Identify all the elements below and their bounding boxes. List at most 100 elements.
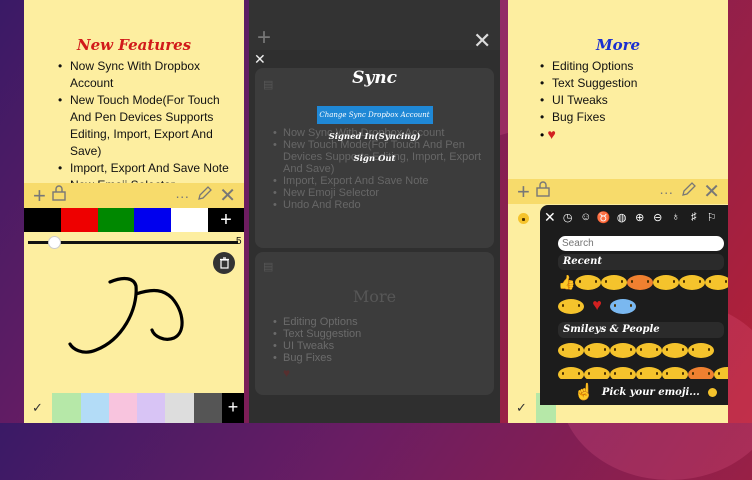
ink-stroke <box>68 276 184 354</box>
emoji-1[interactable] <box>558 342 584 359</box>
color-palette: + <box>24 208 244 232</box>
emoji-5[interactable] <box>662 342 688 359</box>
emoji-search-input[interactable] <box>558 236 724 251</box>
smileys-section-header: Smileys & People <box>558 322 724 338</box>
check-icon[interactable]: ✓ <box>516 400 527 416</box>
emoji-grin[interactable] <box>705 274 728 291</box>
color-swatch[interactable] <box>134 208 172 232</box>
activity-icon[interactable]: ⊕ <box>631 211 649 224</box>
note-color-swatch[interactable] <box>137 393 166 423</box>
close-note-button[interactable]: ✕ <box>219 183 236 208</box>
pencil-icon[interactable] <box>197 185 213 206</box>
emoji-picker: ✕ ◷☺♉◍⊕⊖♁♯⚐ Recent 👍 ♥ Smileys & People … <box>540 205 728 405</box>
add-note-button[interactable]: + <box>517 179 530 205</box>
feature-item: Editing Options <box>540 58 728 75</box>
note-left: New Features Now Sync With Dropbox Accou… <box>24 0 244 423</box>
heart-icon: ♥ <box>547 126 556 142</box>
feature-item: Bug Fixes <box>540 109 728 126</box>
emoji-kiss[interactable] <box>601 274 628 291</box>
pen-size-value: 5 <box>236 236 242 247</box>
add-note-button[interactable]: + <box>33 183 46 209</box>
note-color-swatch[interactable] <box>108 393 138 423</box>
object-icon[interactable]: ♁ <box>667 211 685 224</box>
note-title: More <box>595 36 641 54</box>
note-color-swatch[interactable] <box>193 393 222 423</box>
background-feature-item: Text Suggestion <box>273 328 494 340</box>
feature-item: UI Tweaks <box>540 92 728 109</box>
add-note-button[interactable]: + <box>257 24 271 52</box>
pointing-hand-icon: ☝ <box>574 384 594 401</box>
emoji-preview-bar: ☝ Pick your emoji... <box>540 379 728 405</box>
background-more-list: Editing OptionsText SuggestionUI TweaksB… <box>273 316 494 364</box>
flag-icon[interactable]: ⚐ <box>703 211 721 224</box>
feature-item: Now Sync With Dropbox Account <box>58 58 234 92</box>
emoji-row <box>558 338 724 362</box>
emoji-smile[interactable] <box>653 274 680 291</box>
slider-thumb[interactable] <box>47 236 61 249</box>
pencil-icon[interactable] <box>681 181 697 202</box>
more-options-button[interactable]: ··· <box>659 184 673 200</box>
color-swatch[interactable] <box>171 208 208 232</box>
emoji-grinning[interactable] <box>575 274 602 291</box>
thumbs-up-icon[interactable]: 👍 <box>558 274 575 291</box>
more-options-button[interactable]: ··· <box>175 188 189 204</box>
background-feature-item: Editing Options <box>273 316 494 328</box>
recent-section-header: Recent <box>558 254 724 270</box>
lock-icon[interactable] <box>52 185 66 206</box>
feature-item: Import, Export And Save Note <box>58 160 234 177</box>
emoji-2[interactable] <box>584 342 610 359</box>
change-account-button[interactable]: Change Sync Dropbox Account <box>316 106 433 124</box>
feature-item: New Touch Mode(For Touch And Pen Devices… <box>58 92 234 160</box>
add-note-color-button[interactable]: + <box>222 393 244 423</box>
emoji-category-bar: ✕ ◷ ☺ ♉ ◍ ⊕ ⊖ ♁ ♯ ⚐ <box>540 205 728 229</box>
emoji-row: ♥ <box>558 294 724 318</box>
more-list: Editing OptionsText SuggestionUI TweaksB… <box>540 58 728 126</box>
drawing-canvas[interactable] <box>24 270 244 380</box>
note-toolbar: + ··· ✕ <box>508 179 728 204</box>
background-feature-item: Bug Fixes <box>273 352 494 364</box>
travel-icon[interactable]: ⊖ <box>649 211 667 224</box>
note-title: New Features <box>76 36 192 54</box>
emoji-joy[interactable] <box>558 298 584 315</box>
color-swatch[interactable] <box>24 208 61 232</box>
emoji-row: 👍 <box>558 270 728 294</box>
symbol-icon[interactable]: ♯ <box>685 211 703 224</box>
sync-dialog: Sync Change Sync Dropbox Account Signed … <box>249 58 500 178</box>
food-icon[interactable]: ◍ <box>613 211 631 224</box>
close-note-button[interactable]: ✕ <box>703 179 720 204</box>
heart-item: • ♥ <box>540 126 556 142</box>
sync-title: Sync <box>352 68 397 88</box>
note-color-bar: + <box>24 393 244 423</box>
emoji-heart-eyes[interactable] <box>627 274 654 291</box>
pen-size-slider[interactable] <box>28 235 238 249</box>
emoji-tongue[interactable] <box>679 274 706 291</box>
heart-icon[interactable]: ♥ <box>584 297 610 315</box>
sign-out-button[interactable]: Sign Out <box>249 154 500 164</box>
clock-icon[interactable]: ◷ <box>559 211 577 224</box>
skin-tone-selector[interactable] <box>707 387 717 397</box>
note-color-swatch[interactable] <box>165 393 194 423</box>
color-swatch[interactable] <box>97 208 135 232</box>
background-feature-item: Undo And Redo <box>273 199 493 211</box>
note-color-swatch[interactable] <box>52 393 81 423</box>
feature-item: Text Suggestion <box>540 75 728 92</box>
animal-icon[interactable]: ♉ <box>595 211 613 224</box>
lock-icon[interactable] <box>536 181 550 202</box>
background-feature-item: UI Tweaks <box>273 340 494 352</box>
background-note-2: ▤ More Editing OptionsText SuggestionUI … <box>255 252 494 395</box>
sync-status: Signed In(Syncing) <box>328 132 421 142</box>
close-window-button[interactable]: ✕ <box>473 28 491 54</box>
add-color-button[interactable]: + <box>208 208 244 232</box>
smiley-icon <box>518 210 529 228</box>
emoji-3[interactable] <box>610 342 636 359</box>
emoji-close-button[interactable]: ✕ <box>544 209 556 226</box>
color-swatch[interactable] <box>60 208 98 232</box>
emoji-4[interactable] <box>636 342 662 359</box>
note-toolbar: + ··· ✕ <box>24 183 244 208</box>
check-icon[interactable]: ✓ <box>32 400 43 416</box>
emoji-scream[interactable] <box>610 298 636 315</box>
emoji-6[interactable] <box>688 342 714 359</box>
background-note-title: More <box>352 287 397 306</box>
note-color-swatch[interactable] <box>80 393 109 423</box>
smiley-icon[interactable]: ☺ <box>577 211 595 224</box>
